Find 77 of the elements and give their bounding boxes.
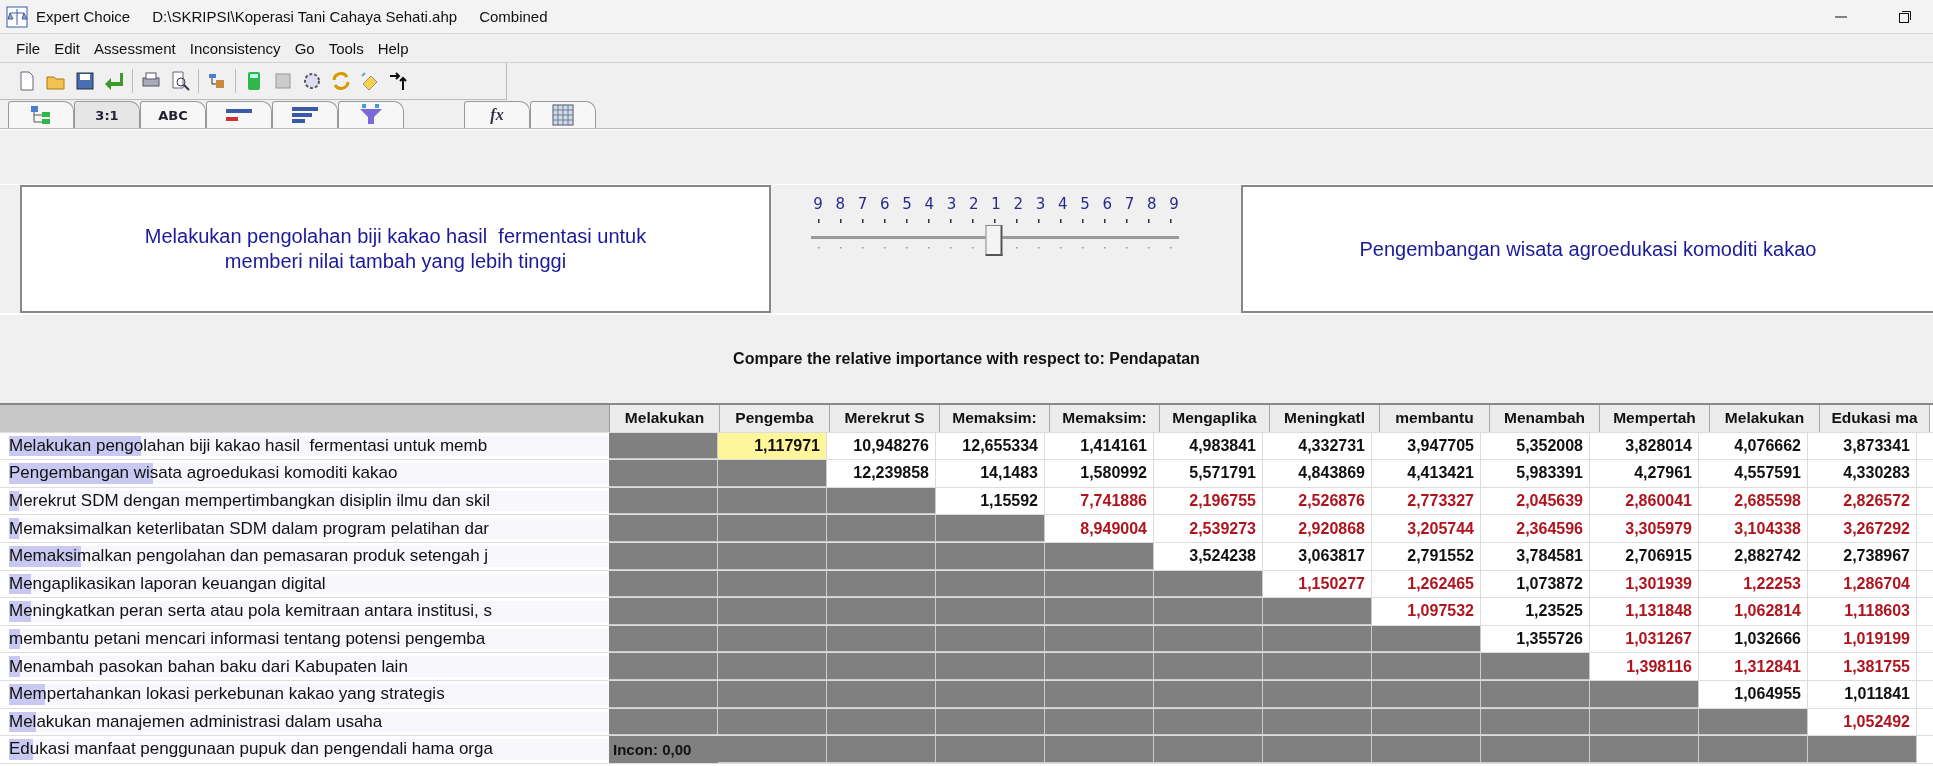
scale-label: 8 xyxy=(834,195,846,213)
column-header[interactable]: Memaksim: xyxy=(940,405,1050,432)
row-label: Edukasi manfaat penggunaan pupuk dan pengendali hama orga xyxy=(9,739,493,760)
row-label: Meningkatkan peran serta atau pola kemitraan antara institusi, s xyxy=(9,601,492,622)
column-header[interactable]: Menambah xyxy=(1490,405,1600,432)
scale-label: 7 xyxy=(1123,195,1136,213)
refresh-icon[interactable] xyxy=(330,70,352,92)
column-header[interactable]: Melakukan xyxy=(610,405,720,432)
scale-label: 4 xyxy=(923,195,935,213)
comparison-prompt: Compare the relative importance with respect to: Pendapatan xyxy=(733,350,1200,368)
save-icon[interactable] xyxy=(74,70,96,92)
column-header[interactable]: Melakukan xyxy=(1710,405,1820,432)
scales-icon xyxy=(6,5,28,28)
menu-item[interactable]: Go xyxy=(292,37,317,59)
scale-label: 3 xyxy=(1034,195,1047,213)
scale-label: 3 xyxy=(945,195,958,213)
view-tab[interactable] xyxy=(8,101,74,128)
right-element-panel: Pengembangan wisata agroedukasi komoditi kakao xyxy=(1241,185,1933,313)
scale-label: 7 xyxy=(856,195,869,213)
slider-thumb[interactable] xyxy=(985,225,1003,256)
app-title: Expert Choice xyxy=(36,8,131,25)
view-tab[interactable]: fx xyxy=(464,101,530,128)
row-label: Mempertahankan lokasi perkebunan kakao yang strategis xyxy=(9,684,445,705)
scale-label: 6 xyxy=(878,195,891,213)
menu-item[interactable]: Tools xyxy=(326,37,366,59)
scale-label: 2 xyxy=(1012,195,1024,213)
scale-label: 4 xyxy=(1056,195,1069,213)
return-arrow-icon[interactable] xyxy=(103,70,125,92)
magnifier-icon[interactable] xyxy=(169,70,191,92)
menu-item[interactable]: Assessment xyxy=(92,37,178,59)
comparison-slider[interactable] xyxy=(811,217,1179,257)
funnel-icon xyxy=(359,104,383,126)
view-mode: Combined xyxy=(479,8,548,25)
menu-item[interactable]: Inconsistency xyxy=(187,37,283,59)
column-header[interactable]: Memaksim: xyxy=(1050,405,1160,432)
scale-label: 5 xyxy=(1079,195,1091,213)
view-tab[interactable] xyxy=(206,101,272,128)
row-label: Mengaplikasikan laporan keuangan digital xyxy=(9,573,326,594)
column-header[interactable]: membantu xyxy=(1380,405,1490,432)
row-label: Melakukan pengolahan biji kakao hasil fermentasi untuk memb xyxy=(9,435,488,456)
row-label: Merekrut SDM dengan mempertimbangkan disiplin ilmu dan skil xyxy=(9,491,490,512)
view-tab[interactable]: 3:1 xyxy=(74,101,140,128)
scale-label: 2 xyxy=(967,195,980,213)
row-label: Memaksimalkan pengolahan dan pemasaran produk setengah j xyxy=(9,546,489,567)
view-tab[interactable]: ABC xyxy=(140,101,206,128)
menu-item[interactable]: Edit xyxy=(52,37,83,59)
view-tab[interactable] xyxy=(338,101,404,128)
column-header[interactable]: Mempertah xyxy=(1600,405,1710,432)
scale-label: 6 xyxy=(1101,195,1113,213)
scale-label: 1 xyxy=(990,195,1002,213)
row-label: Melakukan manajemen administrasi dalam usaha xyxy=(9,711,383,732)
scale-label: 8 xyxy=(1145,195,1158,213)
file-path: D:\SKRIPSI\Koperasi Tani Cahaya Sehati.ahp xyxy=(152,8,458,25)
scale-label: 5 xyxy=(901,195,913,213)
menu-item[interactable]: Help xyxy=(375,37,411,59)
column-header[interactable]: Edukasi ma xyxy=(1820,405,1930,432)
scale-label: 9 xyxy=(1168,195,1180,213)
scale-label: 9 xyxy=(812,195,824,213)
column-header[interactable]: Merekrut S xyxy=(830,405,940,432)
view-tab[interactable] xyxy=(530,101,596,128)
view-tab[interactable] xyxy=(272,101,338,128)
row-label: Menambah pasokan bahan baku dari Kabupaten lain xyxy=(9,656,408,677)
restore-icon[interactable] xyxy=(1898,9,1912,24)
row-label: Memaksimalkan keterlibatan SDM dalam program pelatihan dar xyxy=(9,518,489,539)
hierarchy-icon xyxy=(30,105,52,125)
column-header[interactable]: Pengemba xyxy=(720,405,830,432)
grid-icon xyxy=(552,104,574,126)
left-element-panel: Melakukan pengolahan biji kakao hasil fermentasi untuk memberi nilai tambah yang lebih tinggi xyxy=(20,185,771,313)
row-label: Pengembangan wisata agroedukasi komoditi kakao xyxy=(9,463,398,484)
column-header[interactable]: Mengaplika xyxy=(1160,405,1270,432)
judgment-cell[interactable]: 1,117971 xyxy=(718,432,827,460)
column-header[interactable]: Meningkatl xyxy=(1270,405,1380,432)
inconsistency-cell: Incon: 0,00 xyxy=(609,736,718,763)
bars-icon xyxy=(226,108,252,122)
bar-chart-icon xyxy=(292,106,318,124)
menu-item[interactable]: File xyxy=(14,37,43,59)
row-label: membantu petani mencari informasi tentang potensi pengemba xyxy=(9,629,486,650)
